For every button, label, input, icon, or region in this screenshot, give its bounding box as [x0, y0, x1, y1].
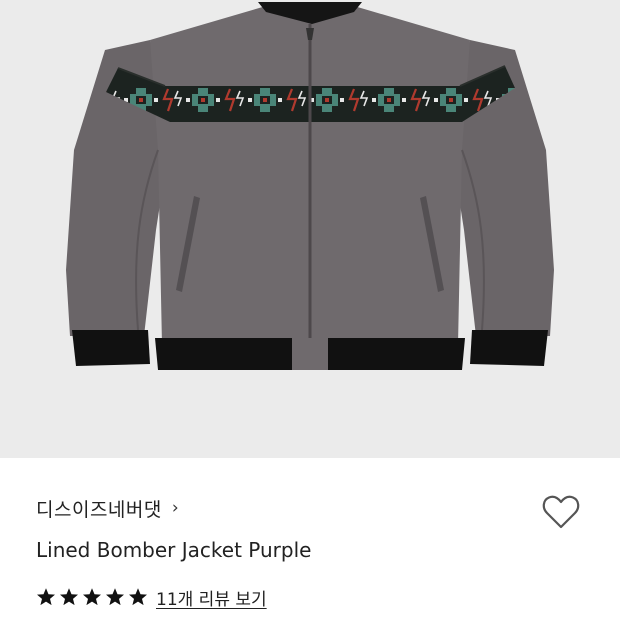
star-icon [37, 588, 55, 606]
product-title: Lined Bomber Jacket Purple [36, 538, 312, 562]
brand-name: 디스이즈네버댓 [36, 498, 162, 521]
brand-link[interactable]: 디스이즈네버댓 › [36, 494, 179, 522]
heart-outline-icon [542, 495, 580, 529]
star-rating [36, 587, 148, 607]
star-icon [83, 588, 101, 606]
jacket-illustration [0, 0, 620, 458]
wishlist-button[interactable] [540, 492, 582, 532]
star-icon [106, 588, 124, 606]
star-icon [129, 588, 147, 606]
product-image[interactable] [0, 0, 620, 458]
review-link[interactable]: 11개 리뷰 보기 [156, 585, 267, 610]
rating-row: 11개 리뷰 보기 [36, 584, 267, 610]
chevron-right-icon: › [171, 497, 179, 518]
star-icon [60, 588, 78, 606]
